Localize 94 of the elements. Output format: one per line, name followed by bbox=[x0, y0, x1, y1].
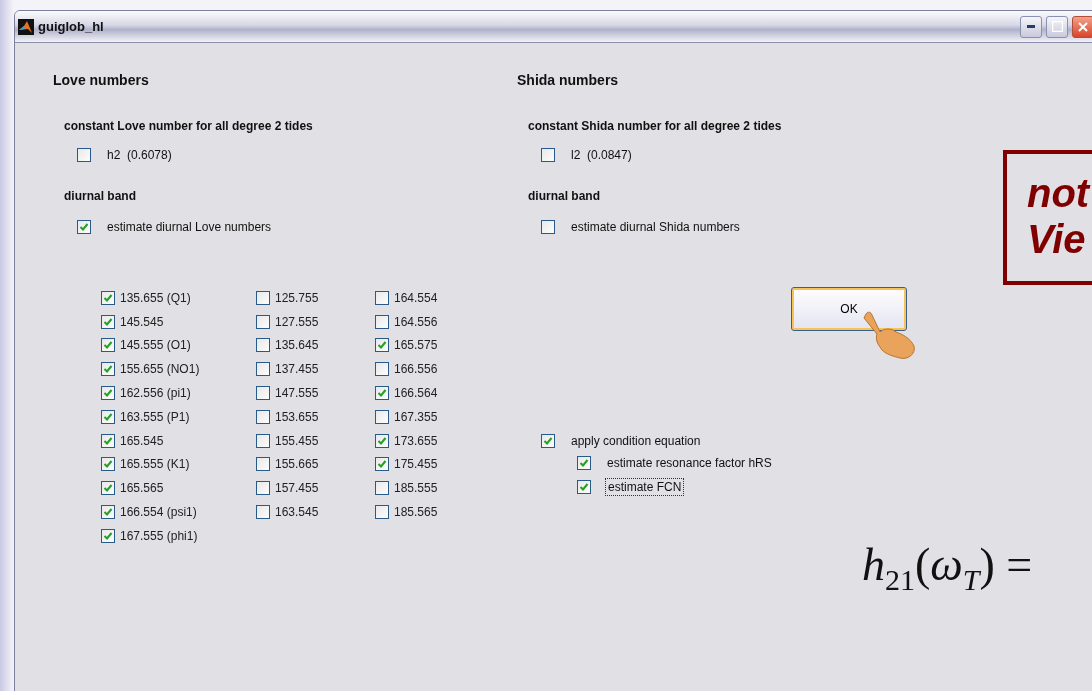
checkbox[interactable] bbox=[541, 434, 555, 448]
checkbox-label: 164.554 bbox=[394, 290, 438, 305]
checkbox[interactable] bbox=[375, 290, 389, 305]
checkbox-label: 173.655 bbox=[394, 433, 438, 448]
window-title: guiglob_hl bbox=[38, 19, 105, 34]
checkbox[interactable] bbox=[101, 338, 115, 353]
minimize-icon bbox=[1027, 25, 1035, 28]
checkbox[interactable] bbox=[256, 457, 270, 472]
checkbox[interactable] bbox=[101, 314, 115, 329]
checkbox[interactable] bbox=[577, 480, 591, 494]
checkbox-label: 167.355 bbox=[394, 409, 438, 424]
checkbox-label: 137.455 bbox=[275, 362, 319, 377]
checkbox[interactable] bbox=[256, 481, 270, 496]
checkbox-label: 145.555 (O1) bbox=[120, 338, 191, 353]
checkbox-label: 147.555 bbox=[275, 386, 319, 401]
checkbox[interactable] bbox=[577, 456, 591, 470]
checkbox-label: 175.455 bbox=[394, 457, 438, 472]
checkbox-label: 163.555 (P1) bbox=[120, 409, 190, 424]
group-heading: diurnal band bbox=[528, 188, 601, 205]
checkbox-label: 127.555 bbox=[275, 314, 319, 329]
checkbox-label: 185.555 bbox=[394, 481, 438, 496]
section-heading: Shida numbers bbox=[517, 71, 620, 89]
checkbox[interactable] bbox=[375, 481, 389, 496]
checkbox-label: 167.555 (phi1) bbox=[120, 528, 198, 543]
checkbox[interactable] bbox=[101, 528, 115, 543]
group-heading: constant Shida number for all degree 2 tides bbox=[528, 118, 783, 135]
checkbox-label: 165.545 bbox=[120, 433, 164, 448]
checkbox-label: 145.545 bbox=[120, 314, 164, 329]
ok-button[interactable]: OK bbox=[791, 287, 907, 331]
checkbox-label: 135.645 bbox=[275, 338, 319, 353]
checkbox-label: 153.655 bbox=[275, 409, 319, 424]
group-heading: constant Love number for all degree 2 tides bbox=[64, 118, 314, 135]
checkbox-label: 166.564 bbox=[394, 386, 438, 401]
checkbox[interactable] bbox=[77, 220, 91, 234]
hand-pointer-icon bbox=[862, 310, 918, 362]
checkbox[interactable] bbox=[77, 148, 91, 162]
checkbox[interactable] bbox=[101, 362, 115, 377]
checkbox[interactable] bbox=[101, 290, 115, 305]
checkbox[interactable] bbox=[375, 338, 389, 353]
checkbox[interactable] bbox=[541, 148, 555, 162]
checkbox-label: 157.455 bbox=[275, 481, 319, 496]
checkbox[interactable] bbox=[375, 433, 389, 448]
checkbox-label: 165.575 bbox=[394, 338, 438, 353]
checkbox-label: estimate diurnal Shida numbers bbox=[571, 220, 740, 234]
checkbox[interactable] bbox=[256, 433, 270, 448]
checkbox[interactable] bbox=[375, 362, 389, 377]
checkbox-label: 125.755 bbox=[275, 290, 319, 305]
checkbox[interactable] bbox=[375, 457, 389, 472]
checkbox-label: 166.554 (psi1) bbox=[120, 505, 197, 520]
checkbox[interactable] bbox=[101, 505, 115, 520]
checkbox[interactable] bbox=[375, 386, 389, 401]
checkbox[interactable] bbox=[101, 409, 115, 424]
checkbox-label: estimate diurnal Love numbers bbox=[107, 220, 272, 234]
checkbox-label: apply condition equation bbox=[571, 434, 701, 448]
checkbox[interactable] bbox=[101, 433, 115, 448]
checkbox[interactable] bbox=[101, 481, 115, 496]
checkbox[interactable] bbox=[256, 362, 270, 377]
group-heading: diurnal band bbox=[64, 188, 137, 205]
checkbox[interactable] bbox=[256, 290, 270, 305]
checkbox[interactable] bbox=[256, 338, 270, 353]
checkbox-label: 163.545 bbox=[275, 505, 319, 520]
checkbox-label: l2 (0.0847) bbox=[571, 148, 632, 162]
checkbox[interactable] bbox=[256, 314, 270, 329]
checkbox[interactable] bbox=[375, 314, 389, 329]
checkbox[interactable] bbox=[101, 457, 115, 472]
checkbox[interactable] bbox=[375, 409, 389, 424]
checkbox-label: 166.556 bbox=[394, 362, 438, 377]
checkbox[interactable] bbox=[256, 505, 270, 520]
app-logo-icon bbox=[18, 18, 34, 35]
minimize-button[interactable] bbox=[1020, 15, 1042, 38]
checkbox-label: 165.555 (K1) bbox=[120, 457, 190, 472]
checkbox-label: estimate resonance factor hRS bbox=[607, 456, 772, 470]
checkbox-label: estimate FCN bbox=[607, 480, 683, 494]
checkbox-label: 165.565 bbox=[120, 481, 164, 496]
formula-text: h$_{21}$(ω$_{T}$) = bbox=[862, 538, 1033, 598]
callout-text: Vie bbox=[1027, 216, 1086, 262]
checkbox-label: 164.556 bbox=[394, 314, 438, 329]
close-icon bbox=[1077, 20, 1089, 33]
section-heading: Love numbers bbox=[53, 71, 150, 89]
checkbox[interactable] bbox=[256, 409, 270, 424]
close-button[interactable] bbox=[1072, 15, 1092, 38]
checkbox-label: 155.655 (NO1) bbox=[120, 362, 200, 377]
checkbox-label: 162.556 (pi1) bbox=[120, 386, 191, 401]
checkbox[interactable] bbox=[101, 386, 115, 401]
checkbox-label: 135.655 (Q1) bbox=[120, 290, 191, 305]
maximize-icon bbox=[1051, 21, 1063, 32]
checkbox[interactable] bbox=[375, 505, 389, 520]
checkbox-label: 185.565 bbox=[394, 505, 438, 520]
checkbox-label: h2 (0.6078) bbox=[107, 148, 172, 162]
checkbox-label: 155.455 bbox=[275, 433, 319, 448]
checkbox-label: 155.665 bbox=[275, 457, 319, 472]
checkbox[interactable] bbox=[541, 220, 555, 234]
callout-text: not bbox=[1027, 170, 1090, 216]
checkbox[interactable] bbox=[256, 386, 270, 401]
